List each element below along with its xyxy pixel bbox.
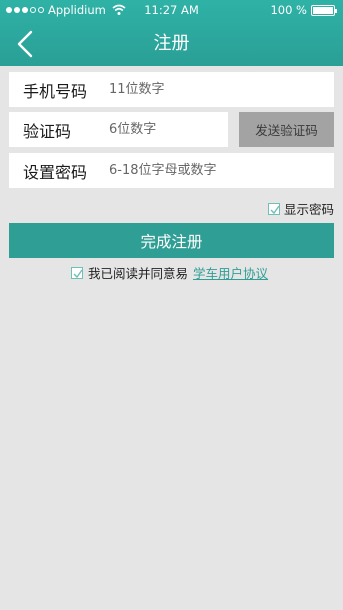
- phone-field-row: 手机号码: [9, 72, 334, 107]
- user-agreement-link[interactable]: 学车用户协议: [193, 263, 268, 282]
- phone-label: 手机号码: [23, 81, 88, 101]
- show-password-label: 显示密码: [283, 202, 334, 217]
- checkbox-icon[interactable]: [267, 202, 280, 215]
- complete-registration-button[interactable]: 完成注册: [9, 223, 334, 258]
- phone-input[interactable]: [109, 78, 229, 101]
- code-label: 验证码: [23, 121, 72, 141]
- agreement-row: 我已阅读并同意易 学车用户协议: [71, 263, 268, 282]
- password-label: 设置密码: [23, 162, 88, 182]
- code-input[interactable]: [109, 118, 229, 141]
- page-title: 注册: [153, 33, 190, 54]
- send-code-button[interactable]: 发送验证码: [239, 112, 334, 147]
- password-field-row: 设置密码: [9, 153, 334, 188]
- show-password-toggle[interactable]: 显示密码: [267, 199, 334, 218]
- password-input[interactable]: [109, 159, 229, 182]
- battery-fill: [313, 6, 333, 14]
- app-header: Applidium 11:27 AM 100 % 注册: [0, 0, 343, 66]
- battery-percent: 100 %: [270, 3, 307, 17]
- code-field-row: 验证码: [9, 112, 229, 147]
- status-bar: Applidium 11:27 AM 100 %: [0, 0, 343, 20]
- status-right: 100 %: [270, 0, 337, 20]
- battery-icon: [311, 4, 337, 16]
- agreement-checkbox-icon[interactable]: [71, 266, 83, 279]
- agreement-text: 我已阅读并同意易: [88, 266, 189, 281]
